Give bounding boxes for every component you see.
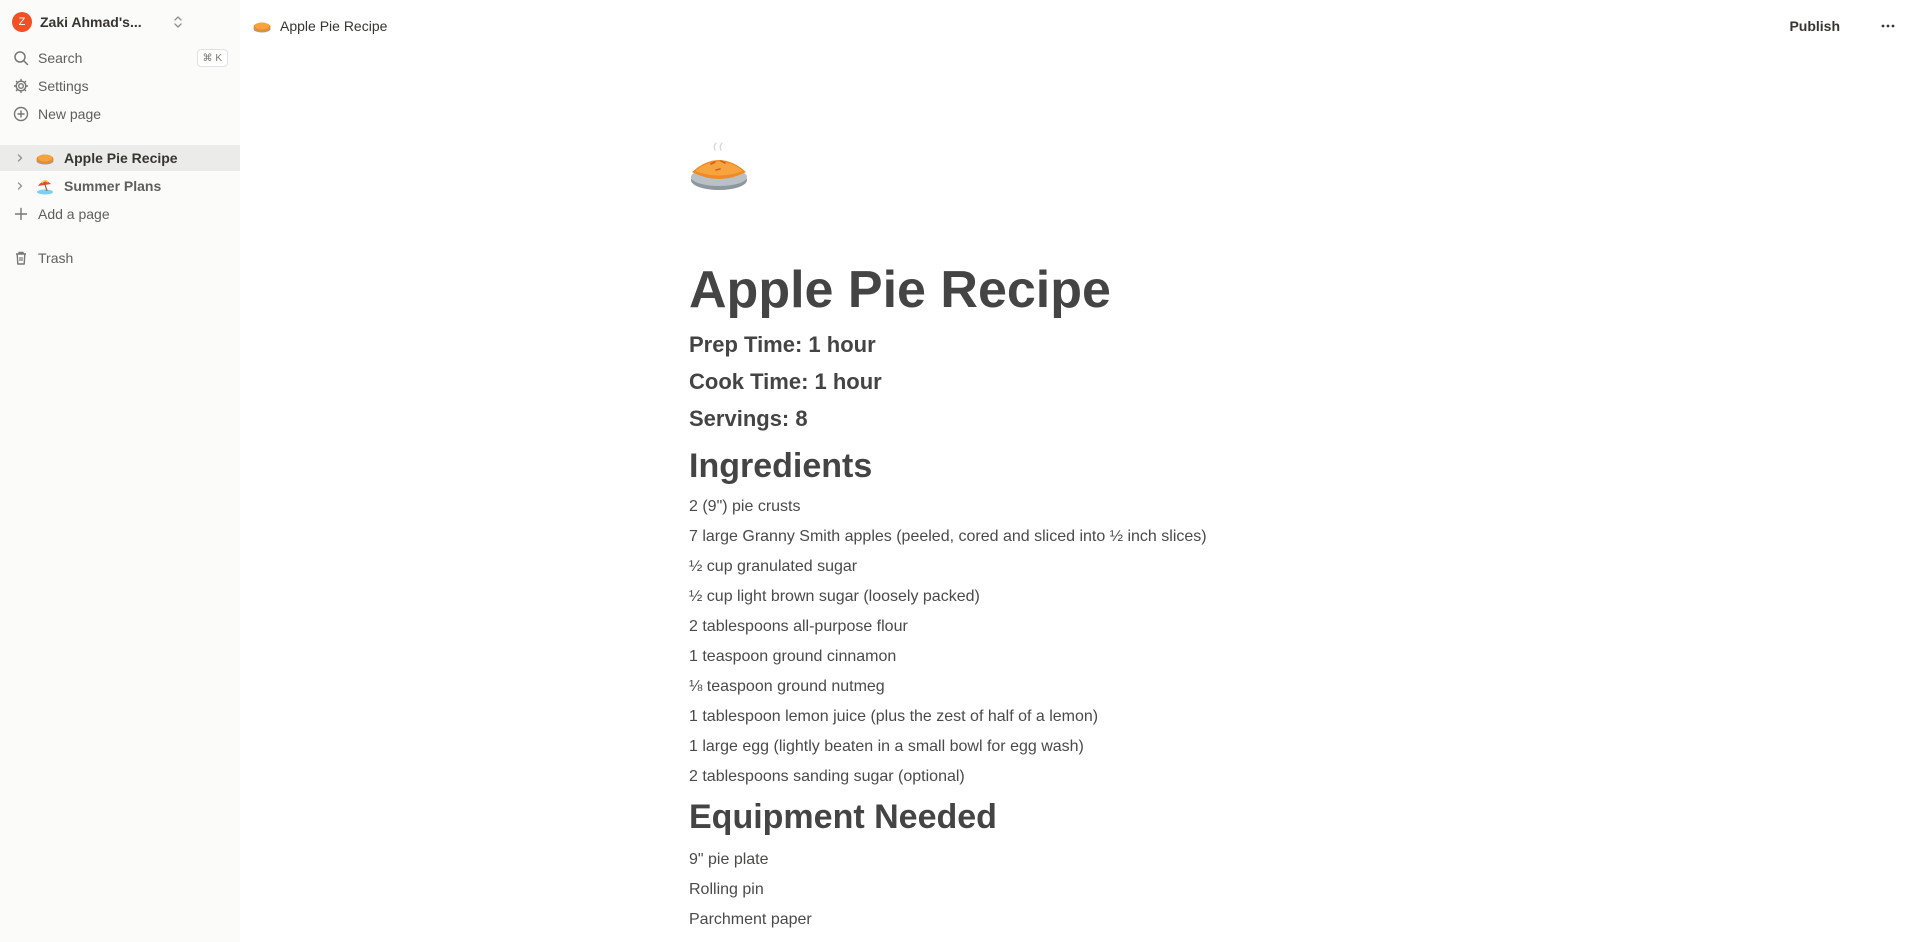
ingredient-item[interactable]: ½ cup light brown sugar (loosely packed) [689,585,980,609]
search-icon [12,49,30,67]
breadcrumb[interactable]: Apple Pie Recipe [252,14,387,38]
plus-icon [12,205,30,223]
settings-label: Settings [38,78,89,94]
new-page-label: New page [38,106,102,122]
ingredient-item[interactable]: 7 large Granny Smith apples (peeled, cor… [689,525,1207,549]
chevron-up-down-icon[interactable] [168,12,188,32]
cook-time-heading[interactable]: Cook Time: 1 hour [689,367,882,397]
sidebar-new-page[interactable]: New page [8,101,232,127]
pie-emoji-icon [34,147,56,169]
sidebar-page-apple-pie-recipe[interactable]: Apple Pie Recipe [0,145,240,171]
gear-icon [12,77,30,95]
trash-label: Trash [38,250,74,266]
ingredient-item[interactable]: 1 tablespoon lemon juice (plus the zest … [689,705,1098,729]
equipment-item[interactable]: Parchment paper [689,908,812,932]
sidebar-settings[interactable]: Settings [8,73,232,99]
sidebar-add-page[interactable]: Add a page [8,201,232,227]
plus-circle-icon [12,105,30,123]
publish-button[interactable]: Publish [1789,14,1840,38]
topbar: Apple Pie Recipe Publish [240,0,1920,52]
pie-emoji-icon [252,16,272,36]
add-page-label: Add a page [38,206,110,222]
chevron-right-icon[interactable] [14,152,26,164]
search-label: Search [38,50,83,66]
ingredient-item[interactable]: 2 tablespoons all-purpose flour [689,615,908,639]
sidebar: Z Zaki Ahmad's... Search ⌘ K Settings Ne… [0,0,240,942]
sidebar-page-label: Apple Pie Recipe [64,150,178,166]
ingredient-item[interactable]: ⅛ teaspoon ground nutmeg [689,675,885,699]
servings-heading[interactable]: Servings: 8 [689,404,808,434]
ingredient-item[interactable]: 2 tablespoons sanding sugar (optional) [689,765,965,789]
equipment-heading[interactable]: Equipment Needed [689,797,997,837]
more-options-icon[interactable] [1876,14,1900,38]
prep-time-heading[interactable]: Prep Time: 1 hour [689,330,876,360]
workspace-switcher[interactable]: Z Zaki Ahmad's... [8,10,190,34]
beach-umbrella-emoji-icon [34,175,56,197]
breadcrumb-label: Apple Pie Recipe [280,18,388,34]
ingredient-item[interactable]: 1 large egg (lightly beaten in a small b… [689,735,1084,759]
trash-icon [12,249,30,267]
sidebar-trash[interactable]: Trash [8,245,232,271]
ingredient-item[interactable]: 2 (9") pie crusts [689,495,801,519]
sidebar-search[interactable]: Search ⌘ K [8,45,232,71]
search-shortcut-badge: ⌘ K [196,49,228,67]
equipment-item[interactable]: Rolling pin [689,878,764,902]
page-title[interactable]: Apple Pie Recipe [689,258,1111,322]
page-icon-pie[interactable] [689,140,749,200]
equipment-item[interactable]: 9" pie plate [689,848,769,872]
ingredient-item[interactable]: ½ cup granulated sugar [689,555,857,579]
sidebar-page-summer-plans[interactable]: Summer Plans [0,173,240,199]
ingredient-item[interactable]: 1 teaspoon ground cinnamon [689,645,896,669]
workspace-avatar: Z [12,12,32,32]
sidebar-page-label: Summer Plans [64,178,162,194]
ingredients-heading[interactable]: Ingredients [689,446,872,486]
workspace-name: Zaki Ahmad's... [40,14,142,30]
chevron-right-icon[interactable] [14,180,26,192]
